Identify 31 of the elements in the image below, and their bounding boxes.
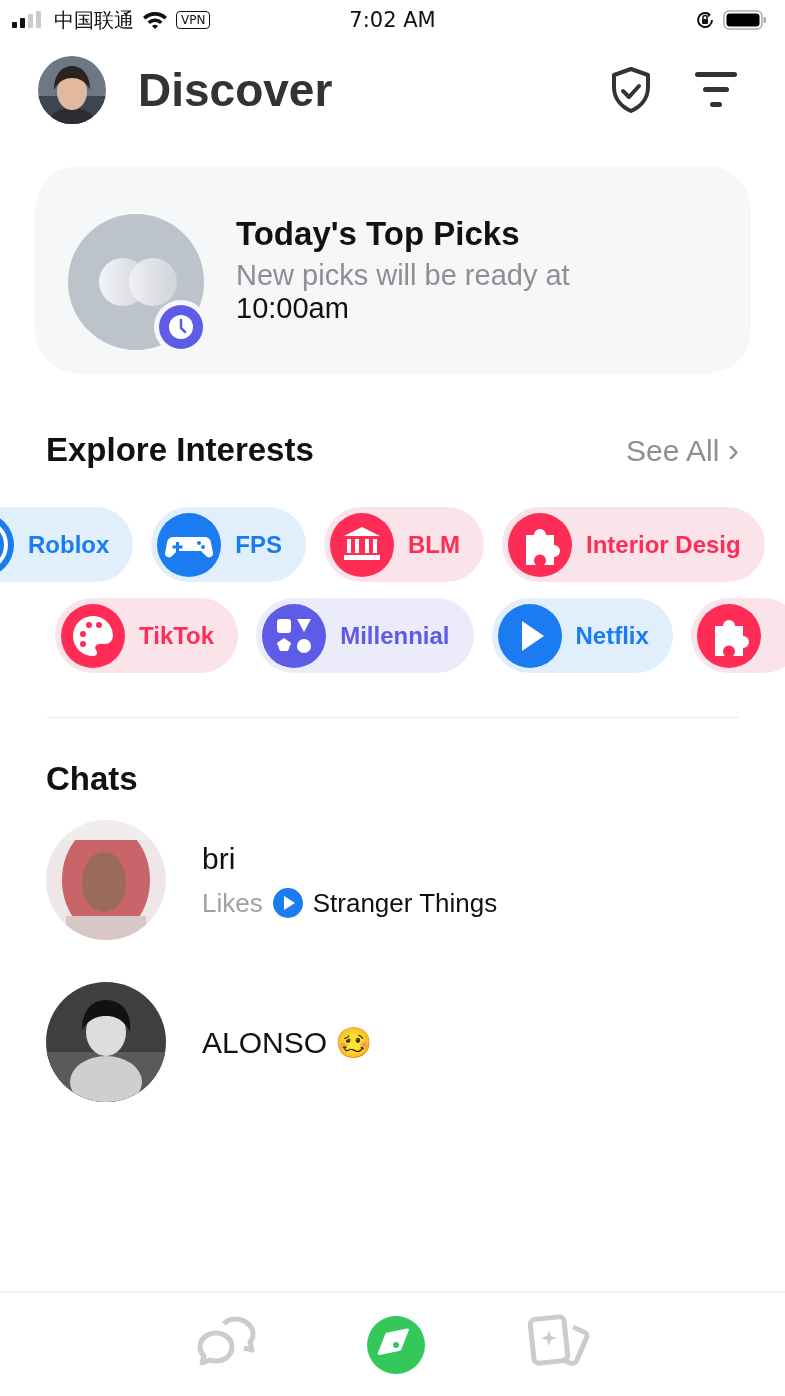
top-picks-card[interactable]: Today's Top Picks New picks will be ready at 10:00am: [35, 166, 751, 374]
interest-chip[interactable]: FPS: [151, 507, 306, 582]
chat-row[interactable]: bri Likes Stranger Things: [46, 820, 785, 940]
chat-name: ALONSO 🥴: [202, 1024, 373, 1060]
see-all-link[interactable]: See All ›: [625, 430, 739, 469]
liked-interest: Stranger Things: [312, 887, 498, 919]
filter-icon[interactable]: [693, 70, 739, 110]
page-title: Discover: [138, 63, 333, 117]
card-title: Today's Top Picks: [236, 215, 521, 253]
battery-icon: [723, 10, 767, 30]
rotation-lock-icon: [695, 10, 715, 30]
chat-row[interactable]: ALONSO 🥴: [46, 982, 785, 1102]
ready-time: 10:00am: [236, 292, 350, 325]
likes-label: Likes: [202, 887, 263, 919]
interest-chip[interactable]: Netflix: [491, 598, 673, 673]
interest-chip[interactable]: BLM: [324, 507, 484, 582]
interest-chip[interactable]: [690, 598, 785, 673]
section-title: Chats: [46, 760, 139, 798]
status-time: 7:02 AM: [348, 8, 437, 32]
interest-chip[interactable]: Interior Desig: [502, 507, 765, 582]
compass-icon[interactable]: [366, 1314, 427, 1375]
interest-chip[interactable]: Roblox: [0, 507, 134, 582]
play-icon: [272, 888, 303, 918]
section-title: Explore Interests: [46, 430, 314, 469]
wifi-icon: [142, 10, 168, 30]
card-subtitle: New picks will be ready at: [236, 259, 570, 292]
interest-chip[interactable]: Millennial: [256, 598, 474, 673]
interest-chip[interactable]: TikTok: [55, 598, 239, 673]
carrier-name: 中国联通: [54, 6, 134, 34]
vpn-badge: VPN: [176, 11, 211, 29]
chat-name: bri: [202, 841, 237, 876]
